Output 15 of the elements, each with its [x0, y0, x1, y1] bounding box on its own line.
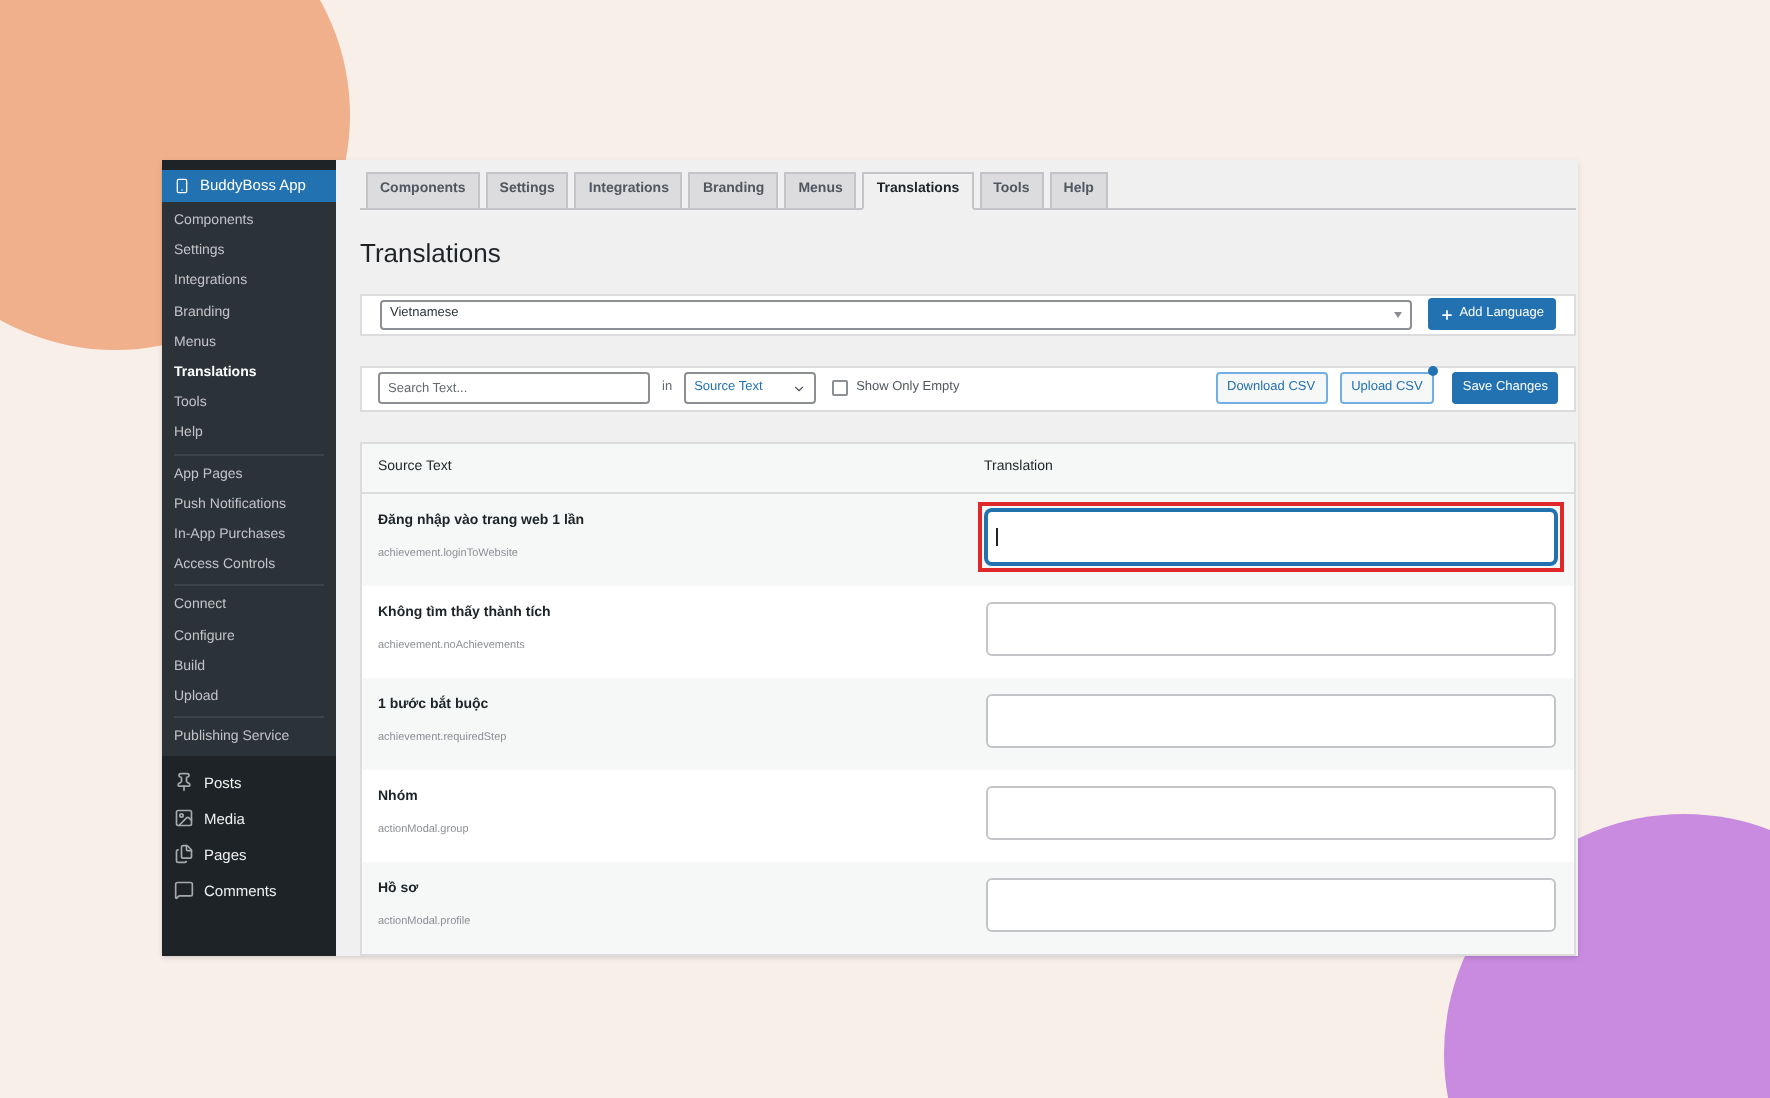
translation-field[interactable]: [986, 878, 1556, 932]
image-icon: [174, 808, 194, 829]
chevron-down-icon: [792, 381, 807, 396]
translation-field[interactable]: [986, 694, 1556, 748]
caret-icon: [1393, 311, 1402, 318]
page-heading: Translations: [360, 236, 503, 272]
translation-field[interactable]: [986, 602, 1556, 656]
phone-icon: [174, 178, 190, 194]
pin-icon: [174, 772, 194, 793]
text-cursor-icon: [996, 528, 998, 546]
translation-field[interactable]: [986, 786, 1556, 840]
checkbox[interactable]: [832, 380, 849, 397]
pages-icon: [174, 844, 194, 865]
plus-icon: [1439, 307, 1454, 322]
comment-icon: [174, 880, 194, 901]
